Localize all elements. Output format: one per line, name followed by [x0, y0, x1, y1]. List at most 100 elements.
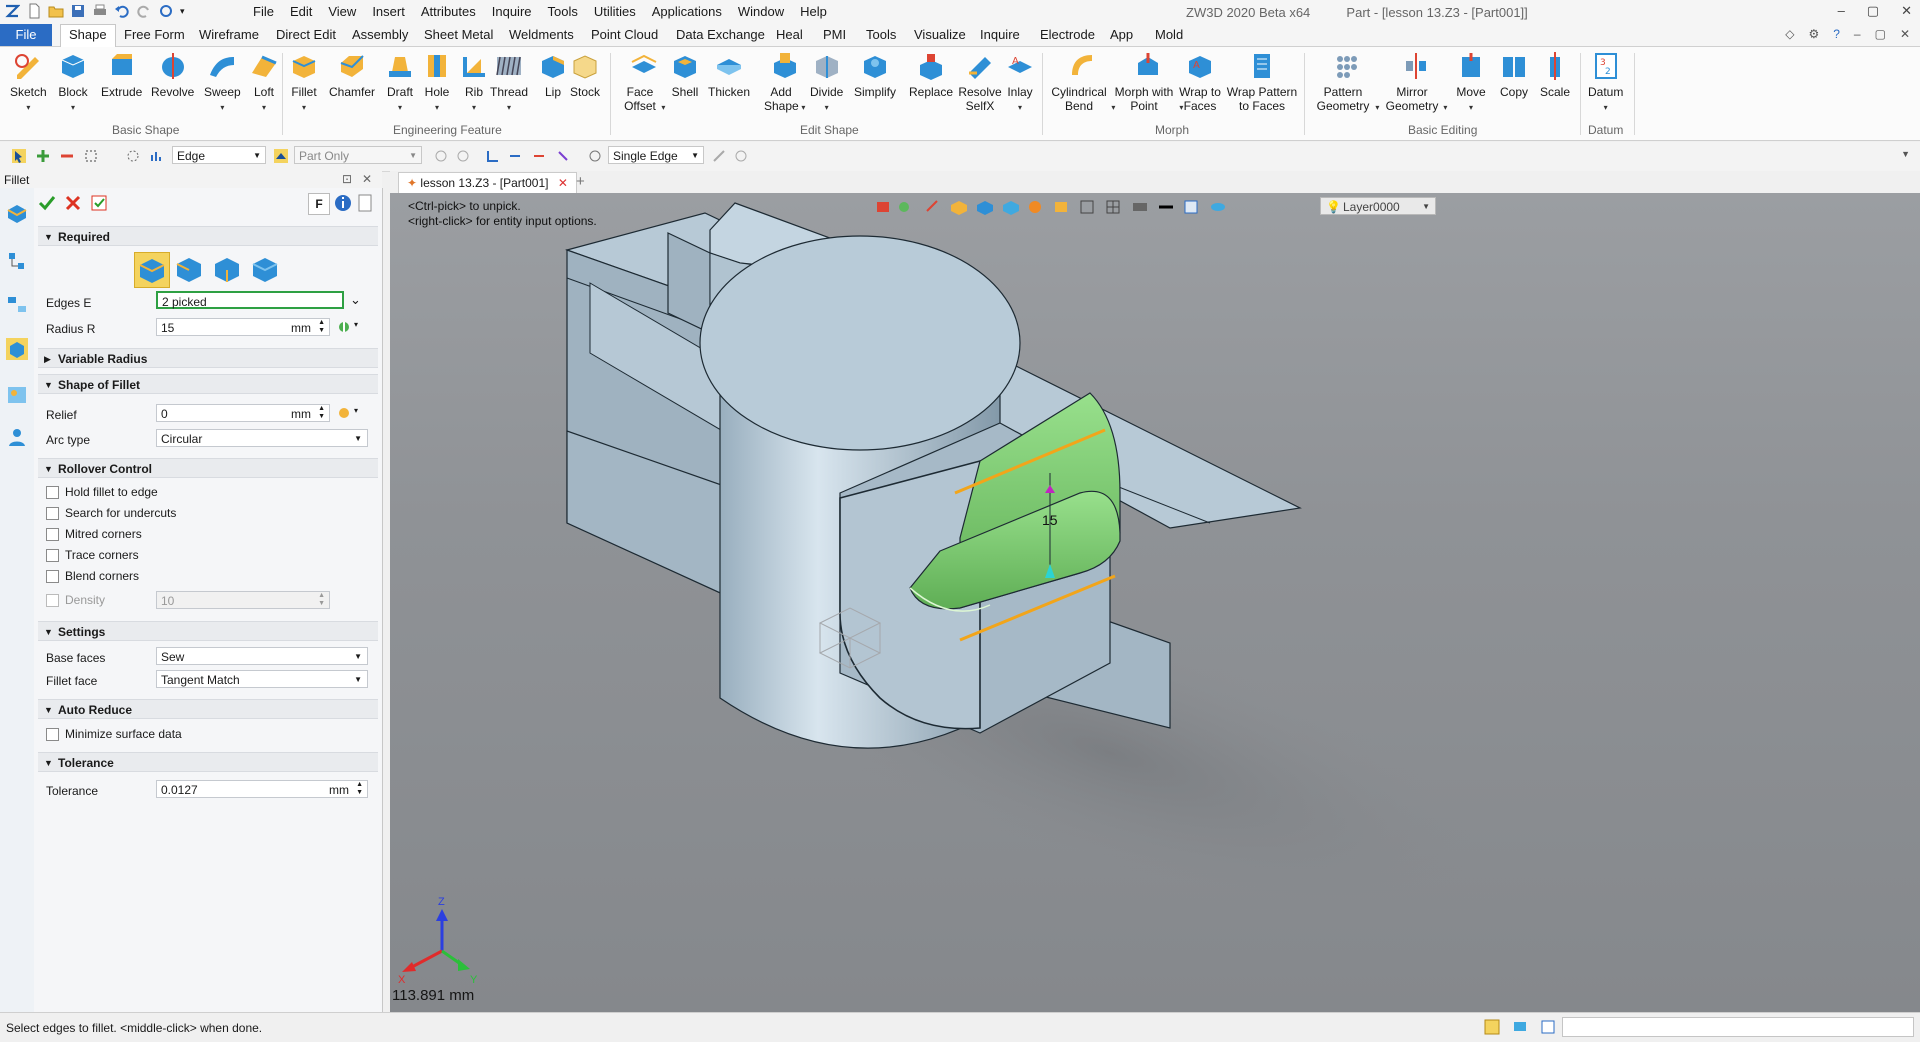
- extrude-button[interactable]: Extrude: [101, 51, 142, 99]
- f-button[interactable]: F: [308, 193, 330, 215]
- fillet-type-full-round-icon[interactable]: [248, 252, 282, 286]
- add-pick-icon[interactable]: [36, 149, 50, 163]
- undo-icon[interactable]: [114, 3, 130, 19]
- chamfer-button[interactable]: Chamfer: [329, 51, 375, 99]
- 3d-viewport[interactable]: <Ctrl-pick> to unpick. <right-click> for…: [390, 193, 1920, 1012]
- checkbox-box[interactable]: [46, 527, 59, 541]
- snap-icon-4[interactable]: [556, 149, 570, 163]
- mitred-corners-checkbox[interactable]: Mitred corners: [46, 527, 142, 541]
- menu-inquire[interactable]: Inquire: [492, 4, 532, 19]
- status-view-icon-3[interactable]: [1540, 1019, 1556, 1035]
- section-tolerance[interactable]: ▼ Tolerance: [38, 752, 378, 772]
- menu-applications[interactable]: Applications: [652, 4, 722, 19]
- document-tab[interactable]: ✦ lesson 13.Z3 - [Part001] ✕: [398, 172, 577, 193]
- checkbox-box[interactable]: [46, 593, 59, 607]
- section-shape-of-fillet[interactable]: ▼ Shape of Fillet: [38, 374, 378, 394]
- pin-icon[interactable]: ◇: [1785, 27, 1794, 41]
- tab-shape[interactable]: Shape: [60, 24, 116, 48]
- scope-select[interactable]: Part Only ▼: [294, 146, 422, 164]
- history-tree-icon[interactable]: [6, 250, 28, 272]
- resolve-selfx-button[interactable]: Resolve SelfX: [958, 51, 1002, 113]
- arc-type-select[interactable]: Circular ▼: [156, 429, 368, 447]
- loft-button[interactable]: Loft ▾: [249, 51, 279, 115]
- move-button[interactable]: Move ▾: [1456, 51, 1486, 115]
- apply-icon[interactable]: [90, 194, 108, 212]
- pick-mode-icon[interactable]: [588, 149, 602, 163]
- minimize-surface-checkbox[interactable]: Minimize surface data: [46, 727, 182, 741]
- tab-inquire[interactable]: Inquire: [980, 27, 1020, 42]
- fillet-button[interactable]: Fillet ▾: [289, 51, 319, 115]
- tab-weldments[interactable]: Weldments: [509, 27, 574, 42]
- add-shape-button[interactable]: Add Shape ▾: [764, 51, 805, 115]
- new-file-icon[interactable]: [26, 3, 42, 19]
- save-icon[interactable]: [70, 3, 86, 19]
- section-required[interactable]: ▼ Required: [38, 226, 378, 246]
- fillet-type-face-icon[interactable]: [210, 252, 244, 286]
- status-view-icon-1[interactable]: [1484, 1019, 1500, 1035]
- search-undercuts-checkbox[interactable]: Search for undercuts: [46, 506, 176, 520]
- panel-expand-icon[interactable]: [358, 194, 372, 212]
- menu-attributes[interactable]: Attributes: [421, 4, 476, 19]
- pick-filter-icon[interactable]: [12, 149, 26, 163]
- section-auto-reduce[interactable]: ▼ Auto Reduce: [38, 699, 378, 719]
- section-variable-radius[interactable]: ▶ Variable Radius: [38, 348, 378, 368]
- close-icon[interactable]: ✕: [1901, 3, 1912, 19]
- image-library-icon[interactable]: [6, 384, 28, 406]
- new-tab-icon[interactable]: +: [576, 173, 585, 190]
- checkbox-box[interactable]: [46, 569, 59, 583]
- tab-app[interactable]: App: [1110, 27, 1133, 42]
- dimension-value[interactable]: 15: [1042, 512, 1058, 528]
- wrap-to-faces-button[interactable]: A Wrap to Faces: [1178, 51, 1222, 113]
- document-tab-close-icon[interactable]: ✕: [558, 176, 568, 190]
- section-rollover-control[interactable]: ▼ Rollover Control: [38, 458, 378, 478]
- tab-visualize[interactable]: Visualize: [914, 27, 966, 42]
- status-input-field[interactable]: [1562, 1017, 1914, 1037]
- divide-button[interactable]: Divide ▾: [810, 51, 843, 115]
- datum-button[interactable]: 32 Datum ▾: [1588, 51, 1623, 115]
- cylindrical-bend-button[interactable]: Cylindrical Bend ▾: [1050, 51, 1115, 115]
- rib-button[interactable]: Rib ▾: [459, 51, 489, 115]
- tab-file[interactable]: File: [0, 24, 52, 46]
- tab-pmi[interactable]: PMI: [823, 27, 846, 42]
- base-faces-select[interactable]: Sew ▼: [156, 647, 368, 665]
- filter-list-icon[interactable]: [150, 149, 164, 163]
- menu-utilities[interactable]: Utilities: [594, 4, 636, 19]
- pick-mode-select[interactable]: Single Edge ▼: [608, 146, 704, 164]
- maximize-icon[interactable]: ▢: [1867, 3, 1879, 19]
- revolve-button[interactable]: Revolve: [151, 51, 194, 99]
- face-offset-button[interactable]: Face Offset ▾: [622, 51, 665, 115]
- tab-wireframe[interactable]: Wireframe: [199, 27, 259, 42]
- relief-input[interactable]: 0 mm ▲ ▼: [156, 404, 330, 422]
- radius-spinner[interactable]: ▲ ▼: [318, 319, 325, 335]
- density-checkbox[interactable]: Density: [46, 593, 105, 607]
- tab-electrode[interactable]: Electrode: [1040, 27, 1095, 42]
- panel-pin-icon[interactable]: ⊡: [342, 172, 352, 186]
- fillet-face-select[interactable]: Tangent Match ▼: [156, 670, 368, 688]
- menu-window[interactable]: Window: [738, 4, 784, 19]
- radius-options-dropdown[interactable]: ▾: [354, 320, 358, 329]
- snap-icon-3[interactable]: [532, 149, 546, 163]
- tab-mold[interactable]: Mold: [1155, 27, 1183, 42]
- help-icon[interactable]: ?: [1833, 27, 1840, 41]
- trace-corners-checkbox[interactable]: Trace corners: [46, 548, 139, 562]
- mirror-geometry-button[interactable]: Mirror Geometry ▾: [1384, 51, 1447, 115]
- thicken-button[interactable]: Thicken: [708, 51, 750, 99]
- fillet-type-vertex-icon[interactable]: [172, 252, 206, 286]
- edges-input[interactable]: 2 picked: [156, 291, 344, 309]
- lasso-select-icon[interactable]: [126, 149, 140, 163]
- replace-button[interactable]: Replace: [909, 51, 953, 99]
- stop-icon[interactable]: [434, 149, 448, 163]
- entity-filter-select[interactable]: Edge ▼: [172, 146, 266, 164]
- hole-button[interactable]: Hole ▾: [422, 51, 452, 115]
- checkbox-box[interactable]: [46, 506, 59, 520]
- assembly-tree-icon[interactable]: [6, 294, 28, 316]
- rotate-snap-icon[interactable]: [456, 149, 470, 163]
- remove-pick-icon[interactable]: [60, 149, 74, 163]
- simplify-button[interactable]: Simplify: [854, 51, 896, 99]
- menu-edit[interactable]: Edit: [290, 4, 312, 19]
- fillet-type-edge-icon[interactable]: [134, 252, 170, 288]
- checkbox-box[interactable]: [46, 485, 59, 499]
- snap-icon-2[interactable]: [508, 149, 522, 163]
- relief-spinner[interactable]: ▲ ▼: [318, 405, 325, 421]
- restore-icon[interactable]: –: [1854, 27, 1861, 41]
